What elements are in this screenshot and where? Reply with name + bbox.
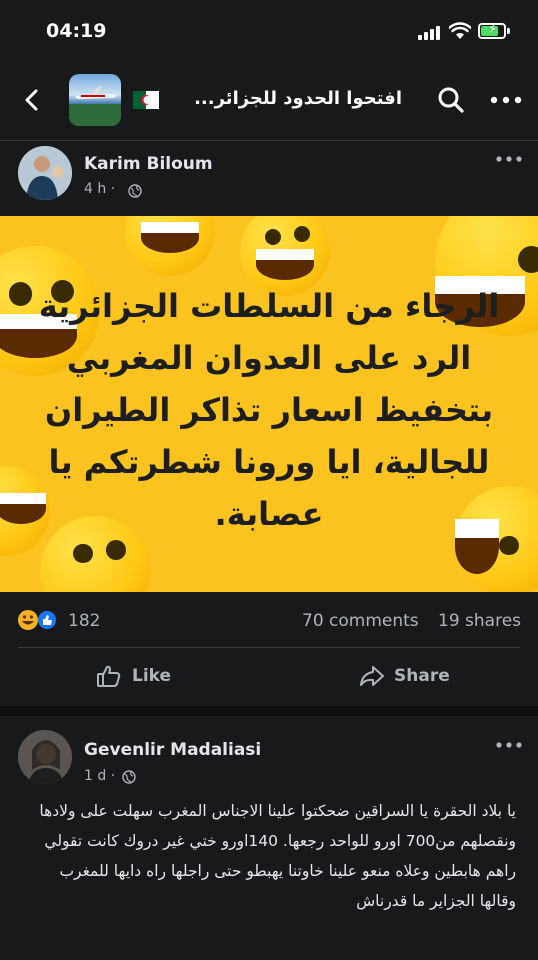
post-age[interactable]: 4 h (84, 181, 106, 197)
nav-divider (0, 140, 538, 141)
like-label: Like (132, 666, 172, 686)
airplane-icon (69, 86, 121, 126)
like-button[interactable]: Like (92, 662, 182, 692)
globe-icon (122, 770, 136, 784)
meta-separator: · (110, 181, 116, 197)
comment-author-avatar[interactable] (18, 730, 72, 784)
back-arrow-icon[interactable] (22, 88, 40, 112)
meta-separator: · (110, 768, 116, 784)
comment-options-icon[interactable] (496, 742, 522, 748)
comments-count[interactable]: 70 comments (302, 611, 419, 631)
group-title[interactable]: افتحوا الحدود للجزائر... (170, 88, 402, 109)
search-icon[interactable] (437, 86, 465, 114)
group-avatar[interactable] (69, 74, 121, 126)
battery-icon: ⚡ (478, 22, 506, 39)
post-meta: 4 h · (84, 181, 115, 197)
like-reaction-icon (36, 609, 58, 631)
share-arrow-icon (360, 666, 384, 686)
comment-text: يا بلاد الحقرة يا السراقين ضحكتوا علينا … (39, 802, 516, 910)
battery-cap (507, 28, 510, 34)
author-avatar[interactable] (18, 146, 72, 200)
algeria-flag-icon (133, 91, 159, 109)
haha-reaction-icon (18, 610, 38, 630)
status-time: 04:19 (46, 20, 107, 42)
share-label: Share (394, 666, 450, 686)
reaction-count[interactable]: 182 (68, 611, 100, 631)
laughing-emoji-decoration (125, 216, 215, 276)
cellular-signal-icon (418, 24, 442, 40)
comment-meta: 1 d · (84, 768, 115, 784)
post-image-text: الرجاء من السلطات الجزائرية الرد على الع… (38, 287, 500, 533)
thumbs-up-icon (97, 665, 121, 687)
more-options-icon[interactable] (490, 96, 522, 104)
comment-age[interactable]: 1 d (84, 768, 106, 784)
post-author-name[interactable]: Karim Biloum (84, 154, 213, 174)
post-options-icon[interactable] (496, 156, 522, 162)
comment-author-name[interactable]: Gevenlir Madaliasi (84, 740, 261, 760)
reactions-divider (18, 647, 520, 648)
wifi-icon (449, 22, 471, 39)
post-separator (0, 706, 538, 716)
shares-count[interactable]: 19 shares (438, 611, 521, 631)
share-button[interactable]: Share (356, 662, 466, 692)
globe-icon (128, 184, 142, 198)
